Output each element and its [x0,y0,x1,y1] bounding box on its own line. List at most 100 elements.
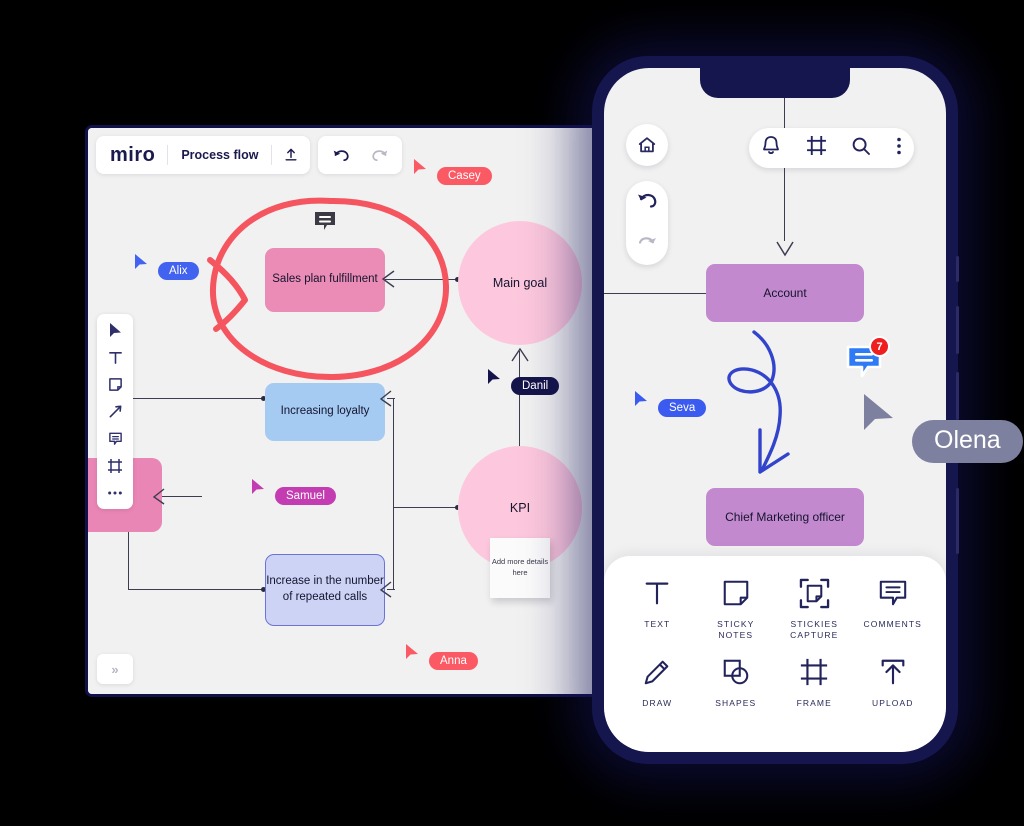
node-label: Chief Marketing officer [725,510,845,524]
redo-icon[interactable] [360,136,398,174]
connector-bus-vertical [393,398,395,590]
undo-icon [638,193,657,208]
tool-label: SHAPES [715,698,757,708]
cursor-label: Danil [511,377,560,395]
tool-draw[interactable]: DRAW [642,655,672,734]
phone-power-button[interactable] [956,488,959,554]
kebab-menu-icon [896,137,901,154]
comment-count-badge: 7 [869,336,890,357]
more-tools-icon[interactable] [102,483,128,502]
cursor-arrow-icon [635,391,647,406]
cursor-label: Alix [158,262,199,280]
tool-label: STICKY NOTES [717,619,755,641]
undo-icon[interactable] [322,136,360,174]
more-menu-button[interactable] [896,136,902,161]
undo-button[interactable] [636,191,658,214]
phone-side-button[interactable] [956,256,959,282]
cursor-arrow-icon [252,479,264,494]
tool-comments[interactable]: COMMENTS [864,576,922,655]
expand-panel-button[interactable]: » [97,654,133,684]
node-sales-plan[interactable]: Sales plan fulfillment [265,248,385,312]
node-chief-marketing-officer[interactable]: Chief Marketing officer [706,488,864,546]
shapes-icon [721,655,751,689]
frame-icon [799,655,829,689]
tool-label: DRAW [642,698,673,708]
tool-shapes[interactable]: SHAPES [715,655,756,734]
comment-marker-icon[interactable] [313,210,337,239]
connector-left-into-box [160,496,202,498]
text-tool-icon[interactable] [102,348,128,367]
node-increasing-loyalty[interactable]: Increasing loyalty [265,383,385,441]
cursor-anna: Anna [405,643,478,670]
phone-volume-up-button[interactable] [956,306,959,354]
cursor-danil: Danil [487,368,560,395]
tool-frame[interactable]: FRAME [797,655,832,734]
draw-icon [642,655,672,689]
sticky-notes-icon [721,576,751,610]
frames-button[interactable] [806,135,827,161]
node-account[interactable]: Account [706,264,864,322]
home-button[interactable] [626,124,668,166]
screenshot-root: Sales plan fulfillment Increasing loyalt… [0,0,1024,826]
tool-upload[interactable]: UPLOAD [872,655,914,734]
connector-bus-to-repeated [387,589,395,591]
cursor-alix: Alix [134,253,199,280]
node-main-goal[interactable]: Main goal [458,221,582,345]
connector-main-to-sales [385,279,458,281]
frame-tool-icon[interactable] [102,456,128,475]
cursor-tool-icon[interactable] [102,321,128,340]
phone-top-toolbar [749,128,914,168]
stickies-capture-icon [799,576,830,610]
frame-icon [806,136,826,155]
search-icon [852,137,871,155]
home-icon [638,137,656,153]
connector-repeated-left [128,589,266,591]
upload-icon[interactable] [272,136,310,174]
notifications-button[interactable] [761,135,781,161]
tool-label: TEXT [644,619,671,629]
node-label: Sales plan fulfillment [272,273,378,286]
hand-drawn-arrow [727,330,790,474]
tool-text[interactable]: TEXT [642,576,672,655]
miro-board-window: Sales plan fulfillment Increasing loyalt… [88,128,600,694]
board-toolbar-history [318,136,403,174]
cursor-arrow-icon [414,159,426,174]
board-tool-rail [97,314,133,509]
bell-icon [763,136,780,155]
tool-sticky-notes[interactable]: STICKY NOTES [717,576,754,655]
board-toolbar-main: miro Process flow [96,136,311,174]
redo-button[interactable] [636,233,658,256]
search-button[interactable] [851,136,871,161]
cursor-arrow-icon [135,254,147,269]
pen-tool-icon[interactable] [102,402,128,421]
comment-marker-with-count[interactable]: 7 [846,336,890,383]
cursor-label: Anna [429,652,478,670]
phone-connector-horizontal [604,293,706,295]
board-canvas[interactable]: Sales plan fulfillment Increasing loyalt… [88,128,600,694]
cursor-arrow-icon [406,644,418,659]
phone-arrowhead-down [776,241,794,257]
tool-label: FRAME [796,698,832,708]
connector-bus-to-loyalty [387,398,395,400]
phone-notch [700,68,850,98]
connector-kpi-bus [393,507,458,509]
sticky-note-add-details[interactable]: Add more details here [490,538,550,598]
upload-icon [878,655,908,689]
tool-stickies-capture[interactable]: STICKIES CAPTURE [790,576,838,655]
sticky-note-tool-icon[interactable] [102,375,128,394]
node-repeated-calls[interactable]: Increase in the number of repeated calls [265,554,385,626]
comment-tool-icon[interactable] [102,429,128,448]
miro-logo[interactable]: miro [96,144,167,167]
tool-label: COMMENTS [863,619,922,629]
cursor-samuel: Samuel [251,478,336,505]
board-toolbar: miro Process flow [96,136,403,174]
cursor-arrow-icon [864,394,893,430]
cursor-label: Casey [437,167,492,185]
redo-icon [638,236,656,244]
node-label: Increasing loyalty [280,405,370,418]
node-label: KPI [509,501,531,515]
tool-label: STICKIES CAPTURE [790,619,839,641]
node-label: Increase in the number of repeated calls [266,575,384,603]
board-title[interactable]: Process flow [168,148,271,162]
comments-icon [878,576,908,610]
